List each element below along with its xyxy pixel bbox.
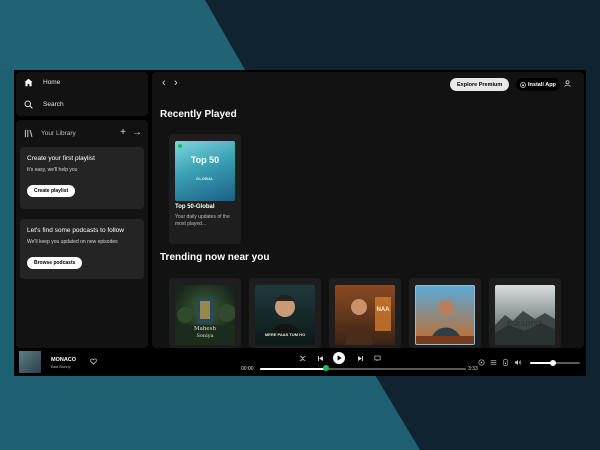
card-title: Top 50-Global <box>175 204 215 210</box>
promo-subtitle: It's easy, we'll help you <box>27 167 78 173</box>
album-caption: NAA <box>376 307 390 313</box>
track-artist[interactable]: Bad Bunny <box>51 364 71 369</box>
progress-bar[interactable] <box>260 368 466 370</box>
track-title[interactable]: MONACO <box>51 357 76 363</box>
trending-card[interactable]: NAA <box>329 278 401 348</box>
explore-premium-button[interactable]: Explore Premium <box>450 78 510 91</box>
nav-search-label: Search <box>43 100 64 108</box>
album-caption: Mahesh <box>193 326 217 332</box>
play-button[interactable] <box>333 352 345 364</box>
album-caption-2: Soniya <box>196 333 214 339</box>
album-caption: PARADISE <box>506 321 544 328</box>
back-chevron-icon[interactable]: ‹ <box>162 78 166 89</box>
album-art: Mahesh Soniya <box>175 285 235 345</box>
promo-title: Create your first playlist <box>27 155 95 162</box>
volume-icon[interactable] <box>514 359 522 366</box>
volume-knob[interactable] <box>549 360 556 366</box>
previous-icon[interactable] <box>317 355 324 362</box>
trending-card[interactable]: MERE PAAS TUM HO <box>249 278 321 348</box>
promo-title: Let's find some podcasts to follow <box>27 227 124 234</box>
shuffle-icon[interactable] <box>299 355 306 362</box>
recently-played-heading: Recently Played <box>160 109 237 120</box>
cover-title: Top 50 <box>190 155 220 165</box>
album-art: PARADISE <box>495 285 555 345</box>
progress-fill <box>260 368 326 370</box>
install-app-button[interactable]: Install App <box>516 78 560 91</box>
album-illustration <box>345 297 391 345</box>
forward-chevron-icon[interactable]: › <box>174 78 178 89</box>
home-icon <box>24 78 33 87</box>
album-art: NAA <box>335 285 395 345</box>
podcast-promo: Let's find some podcasts to follow We'll… <box>20 219 144 279</box>
heart-icon[interactable] <box>90 358 97 365</box>
create-playlist-promo: Create your first playlist It's easy, we… <box>20 147 144 209</box>
top-bar: ‹ › Explore Premium Install App <box>152 72 584 96</box>
recent-card[interactable]: Top 50 GLOBAL Top 50-Global Your daily u… <box>169 134 241 244</box>
promo-subtitle: We'll keep you updated on new episodes <box>27 239 118 245</box>
install-app-label: Install App <box>528 81 556 88</box>
trending-heading: Trending now near you <box>160 252 270 263</box>
browse-podcasts-button[interactable]: Browse podcasts <box>27 257 83 269</box>
trending-card[interactable]: PARADISE <box>489 278 561 348</box>
total-time: 3:33 <box>468 366 478 372</box>
cover-subtitle: GLOBAL <box>196 177 214 181</box>
progress-knob[interactable] <box>322 365 329 371</box>
now-playing-view-icon[interactable] <box>478 359 485 366</box>
devices-icon[interactable] <box>502 359 509 366</box>
app-window: Home Search Your Library + → Create your… <box>14 70 586 376</box>
library-header: Your Library + → <box>24 126 142 140</box>
add-icon[interactable]: + <box>120 128 126 138</box>
now-playing-thumbnail[interactable] <box>19 351 41 373</box>
create-playlist-button[interactable]: Create playlist <box>27 185 76 197</box>
download-icon <box>520 81 526 88</box>
nav-home[interactable]: Home <box>24 75 60 89</box>
album-art <box>415 285 475 345</box>
trending-card[interactable] <box>409 278 481 348</box>
trending-card[interactable]: Mahesh Soniya <box>169 278 241 348</box>
search-icon <box>24 99 33 109</box>
album-art: MERE PAAS TUM HO <box>255 285 315 345</box>
queue-icon[interactable] <box>490 359 497 366</box>
brand-dot-icon <box>178 144 182 148</box>
lyrics-icon[interactable] <box>374 355 381 362</box>
sidebar-nav: Home Search <box>16 72 148 116</box>
nav-search[interactable]: Search <box>24 97 64 111</box>
nav-home-label: Home <box>43 78 61 86</box>
user-icon[interactable] <box>564 80 571 87</box>
album-illustration <box>495 311 555 345</box>
album-caption: MERE PAAS TUM HO <box>264 332 306 337</box>
library-panel: Your Library + → Create your first playl… <box>16 120 148 348</box>
main-content: ‹ › Explore Premium Install App Recently… <box>152 72 584 348</box>
next-icon[interactable] <box>357 355 364 362</box>
card-description: Your daily updates of the most played... <box>175 214 230 227</box>
playlist-cover: Top 50 GLOBAL <box>175 141 235 201</box>
current-time: 00:00 <box>241 366 254 372</box>
player-bar: MONACO Bad Bunny 00:00 3:33 <box>14 349 586 376</box>
album-illustration <box>416 300 474 344</box>
library-label[interactable]: Your Library <box>41 130 114 137</box>
play-icon <box>337 355 342 361</box>
arrow-right-icon[interactable]: → <box>132 128 142 138</box>
library-icon[interactable] <box>24 129 33 138</box>
